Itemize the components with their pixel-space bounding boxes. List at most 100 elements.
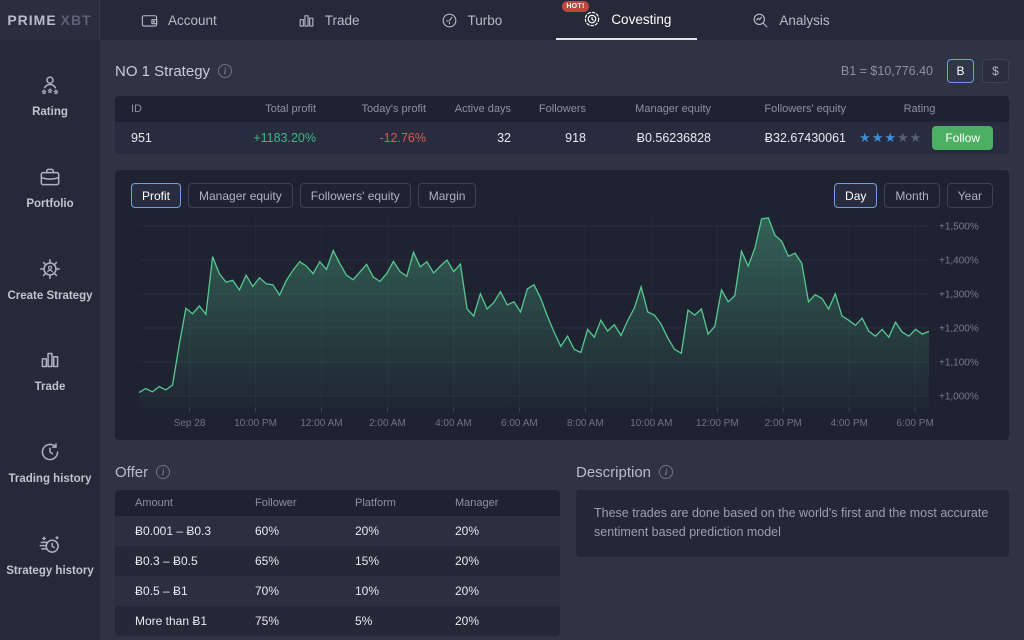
sidebar-label: Trading history [8,473,91,487]
cell-total-profit: +1183.20% [186,131,316,145]
offer-section: Offer i Amount Follower Platform Manager… [115,460,560,636]
sidebar-item-create-strategy[interactable]: Create Strategy [7,256,92,304]
sidebar-item-strategy-history[interactable]: Strategy history [6,531,94,579]
cell-active-days: 32 [426,131,511,145]
svg-text:+1,000%: +1,000% [939,392,979,403]
svg-text:6:00 AM: 6:00 AM [501,418,538,429]
col-follower: Follower [255,497,355,509]
trade-icon [37,347,63,373]
nav-label: Trade [325,13,360,28]
col-followers: Followers [511,103,586,115]
offer-follower: 60% [255,524,355,538]
period-day[interactable]: Day [834,183,877,208]
svg-text:12:00 AM: 12:00 AM [300,418,342,429]
offer-row: Ƀ0.5 – Ƀ1 70% 10% 20% [115,576,560,606]
offer-row: More than Ƀ1 75% 5% 20% [115,606,560,636]
info-icon[interactable]: i [218,64,232,78]
strategy-table: ID Total profit Today's profit Active da… [115,96,1009,154]
col-id: ID [131,103,186,115]
bars-icon [297,11,316,30]
chart-panel: Profit Manager equity Followers' equity … [115,170,1009,440]
currency-usd-button[interactable]: $ [982,59,1009,83]
offer-follower: 75% [255,614,355,628]
svg-text:4:00 AM: 4:00 AM [435,418,472,429]
brand-name: PRIME [7,12,56,28]
strategy-history-icon [37,531,63,557]
strategy-table-header: ID Total profit Today's profit Active da… [115,96,1009,122]
col-manager: Manager [455,497,540,509]
tab-margin[interactable]: Margin [418,183,477,208]
offer-row: Ƀ0.3 – Ƀ0.5 65% 15% 20% [115,546,560,576]
tab-profit[interactable]: Profit [131,183,181,208]
offer-follower: 70% [255,584,355,598]
rating-icon [37,72,63,98]
description-text: These trades are done based on the world… [576,490,1009,557]
portfolio-icon [37,164,63,190]
star-icon[interactable]: ★ [872,130,885,145]
hot-badge: HOT! [562,1,588,12]
col-total-profit: Total profit [186,103,316,115]
nav-label: Turbo [468,13,503,28]
col-manager-equity: Manager equity [586,103,711,115]
period-year[interactable]: Year [947,183,993,208]
offer-platform: 5% [355,614,455,628]
svg-text:4:00 PM: 4:00 PM [831,418,868,429]
col-platform: Platform [355,497,455,509]
offer-title: Offer [115,464,148,481]
exchange-rate: B1 = $10,776.40 [841,64,933,78]
svg-text:6:00 PM: 6:00 PM [897,418,934,429]
top-navigation-bar: PRIME XBT Account Trade Turbo HOT! [0,0,1024,40]
star-icon[interactable]: ★ [897,130,910,145]
star-icon[interactable]: ★ [884,130,897,145]
cell-followers-equity: Ƀ32.67430061 [711,131,846,145]
offer-platform: 15% [355,554,455,568]
svg-text:8:00 AM: 8:00 AM [567,418,604,429]
offer-platform: 10% [355,584,455,598]
svg-text:+1,200%: +1,200% [939,324,979,335]
chart-metric-tabs: Profit Manager equity Followers' equity … [131,183,476,208]
offer-manager: 20% [455,554,540,568]
tab-followers-equity[interactable]: Followers' equity [300,183,411,208]
nav-item-trade[interactable]: Trade [271,0,386,40]
svg-text:+1,300%: +1,300% [939,290,979,301]
sidebar-item-portfolio[interactable]: Portfolio [26,164,73,212]
offer-row: Ƀ0.001 – Ƀ0.3 60% 20% 20% [115,516,560,546]
currency-btc-button[interactable]: B [947,59,974,83]
offer-amount: Ƀ0.001 – Ƀ0.3 [135,524,255,538]
nav-item-turbo[interactable]: Turbo [414,0,529,40]
nav-item-analysis[interactable]: Analysis [725,0,855,40]
nav-label: Analysis [779,13,829,28]
tab-manager-equity[interactable]: Manager equity [188,183,293,208]
brand-logo[interactable]: PRIME XBT [0,0,100,40]
info-icon[interactable]: i [156,465,170,479]
cell-followers: 918 [511,131,586,145]
sidebar-item-rating[interactable]: Rating [32,72,68,120]
period-month[interactable]: Month [884,183,939,208]
svg-text:12:00 PM: 12:00 PM [696,418,739,429]
profit-chart[interactable]: +1,500%+1,400%+1,300%+1,200%+1,100%+1,00… [131,208,993,434]
page-header: NO 1 Strategy i B1 = $10,776.40 B $ [115,56,1009,86]
col-active-days: Active days [426,103,511,115]
nav-label: Account [168,13,217,28]
strategy-row[interactable]: 951 +1183.20% -12.76% 32 918 Ƀ0.56236828… [115,122,1009,154]
sidebar-label: Create Strategy [7,290,92,304]
main-nav: Account Trade Turbo HOT! Covesting Ana [100,0,870,40]
follow-button[interactable]: Follow [932,126,993,150]
sidebar-label: Trade [35,381,66,395]
brand-suffix: XBT [61,12,92,28]
sidebar-label: Portfolio [26,198,73,212]
sidebar-item-trading-history[interactable]: Trading history [8,439,91,487]
sidebar-item-trade[interactable]: Trade [35,347,66,395]
star-icon[interactable]: ★ [859,130,872,145]
info-icon[interactable]: i [659,465,673,479]
nav-item-covesting[interactable]: HOT! Covesting [556,0,697,40]
col-todays-profit: Today's profit [316,103,426,115]
svg-text:+1,500%: +1,500% [939,222,979,233]
covesting-icon [582,9,602,29]
offer-amount: More than Ƀ1 [135,614,255,628]
cell-todays-profit: -12.76% [316,131,426,145]
sidebar-label: Strategy history [6,565,94,579]
nav-item-account[interactable]: Account [114,0,243,40]
svg-text:10:00 AM: 10:00 AM [630,418,672,429]
star-icon[interactable]: ★ [910,130,923,145]
